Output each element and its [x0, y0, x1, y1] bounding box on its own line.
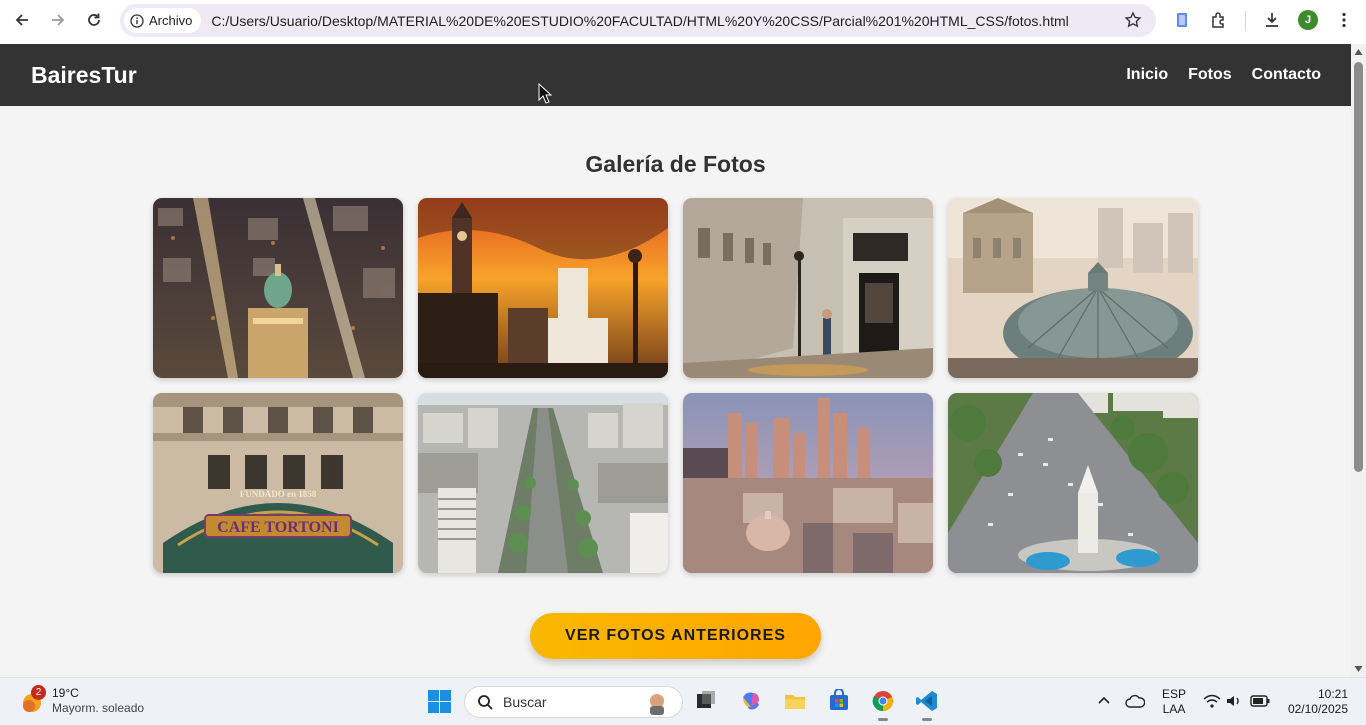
profile-avatar[interactable]: J: [1298, 10, 1318, 30]
page-scrollbar[interactable]: [1351, 44, 1366, 677]
site-info-chip[interactable]: Archivo: [124, 8, 202, 33]
file-explorer-icon[interactable]: [782, 688, 808, 714]
gallery-title: Galería de Fotos: [585, 151, 766, 177]
photo-avenue-aerial[interactable]: [418, 393, 668, 573]
vscode-active-indicator: [922, 718, 932, 721]
windows-taskbar: 2 19°C Mayorm. soleado Buscar ESP LAA 10…: [0, 677, 1366, 725]
congress-dome-rooftops-photo: [948, 198, 1198, 378]
cafe-sign-top: FUNDADO en 1858: [240, 489, 317, 499]
chrome-app-icon[interactable]: [870, 688, 896, 721]
copilot-icon[interactable]: [738, 688, 764, 714]
photo-pharmacy-street[interactable]: [683, 198, 933, 378]
weather-widget[interactable]: 2 19°C Mayorm. soleado: [20, 685, 145, 716]
search-highlight-icon: [650, 694, 664, 715]
photo-congress-dome[interactable]: [948, 198, 1198, 378]
lang-layout: LAA: [1162, 702, 1186, 716]
system-clock[interactable]: 10:21 02/10/2025: [1280, 687, 1348, 717]
scroll-thumb[interactable]: [1354, 62, 1363, 472]
vscode-app-icon[interactable]: [914, 688, 940, 721]
scroll-down-arrow-icon[interactable]: [1354, 665, 1363, 673]
url-text[interactable]: C:/Users/Usuario/Desktop/MATERIAL%20DE%2…: [211, 13, 1068, 29]
page-viewport: BairesTur Inicio Fotos Contacto Galería …: [0, 44, 1351, 677]
kebab-menu-icon[interactable]: [1333, 9, 1355, 31]
mouse-cursor-icon: [538, 83, 552, 104]
site-header: BairesTur Inicio Fotos Contacto: [0, 44, 1351, 106]
nav-link-inicio[interactable]: Inicio: [1126, 66, 1168, 84]
site-chip-label: Archivo: [149, 13, 193, 28]
scroll-up-arrow-icon[interactable]: [1354, 48, 1363, 56]
nav-link-fotos[interactable]: Fotos: [1188, 66, 1232, 84]
cafe-sign-name: CAFE TORTONI: [217, 519, 339, 536]
photo-sunset-cabildo[interactable]: [418, 198, 668, 378]
browser-toolbar: Archivo C:/Users/Usuario/Desktop/MATERIA…: [0, 0, 1366, 44]
input-language-indicator[interactable]: ESP LAA: [1162, 687, 1186, 717]
lang-code: ESP: [1162, 687, 1187, 701]
battery-icon[interactable]: [1247, 688, 1273, 714]
weather-alert-badge: 2: [31, 685, 46, 700]
city-skyline-photo: [683, 393, 933, 573]
back-arrow-icon: [15, 14, 28, 26]
old-pharmacy-street-photo: [683, 198, 933, 378]
reading-mode-icon[interactable]: [1171, 9, 1193, 31]
previous-photos-button[interactable]: VER FOTOS ANTERIORES: [530, 613, 821, 659]
downloads-icon[interactable]: [1261, 9, 1283, 31]
extensions-icon[interactable]: [1208, 9, 1230, 31]
taskbar-search[interactable]: Buscar: [464, 686, 683, 718]
onedrive-cloud-icon[interactable]: [1122, 688, 1148, 714]
reload-icon: [88, 13, 100, 26]
weather-sun-icon: 2: [20, 685, 46, 713]
address-bar[interactable]: Archivo C:/Users/Usuario/Desktop/MATERIA…: [120, 4, 1156, 37]
clock-date: 02/10/2025: [1287, 702, 1348, 716]
reload-button[interactable]: [82, 8, 106, 32]
photo-monument-avenue[interactable]: [948, 393, 1198, 573]
back-button[interactable]: [10, 8, 34, 32]
site-logo[interactable]: BairesTur: [31, 62, 137, 89]
photo-grid: FUNDADO en 1858 CAFE TORTONI: [153, 198, 1198, 573]
weather-temperature: 19°C: [52, 686, 79, 700]
photo-night-city[interactable]: [153, 198, 403, 378]
main-nav: Inicio Fotos Contacto: [1126, 66, 1321, 84]
photo-city-skyline[interactable]: [683, 393, 933, 573]
weather-description: Mayorm. soleado: [52, 701, 145, 715]
avenue-aerial-photo: [418, 393, 668, 573]
chrome-active-indicator: [878, 718, 888, 721]
clock-time: 10:21: [1317, 687, 1348, 701]
forward-button[interactable]: [46, 8, 70, 32]
nav-link-contacto[interactable]: Contacto: [1252, 66, 1321, 84]
task-view-icon[interactable]: [693, 688, 719, 714]
forward-arrow-icon: [52, 14, 65, 26]
sunset-cabildo-photo: [418, 198, 668, 378]
night-city-aerial-photo: [153, 198, 403, 378]
show-hidden-icons-chevron-icon[interactable]: [1091, 688, 1117, 714]
search-placeholder: Buscar: [503, 694, 547, 710]
windows-start-icon[interactable]: [428, 690, 451, 713]
monument-avenue-aerial-photo: [948, 393, 1198, 573]
info-icon: [130, 13, 144, 28]
photo-cafe-tortoni[interactable]: FUNDADO en 1858 CAFE TORTONI: [153, 393, 403, 573]
bookmark-star-icon[interactable]: [1124, 11, 1142, 34]
toolbar-separator: [1245, 11, 1246, 31]
cafe-tortoni-facade-photo: FUNDADO en 1858 CAFE TORTONI: [153, 393, 403, 573]
search-icon: [478, 695, 493, 710]
volume-icon[interactable]: [1221, 688, 1247, 714]
microsoft-store-icon[interactable]: [826, 688, 852, 714]
